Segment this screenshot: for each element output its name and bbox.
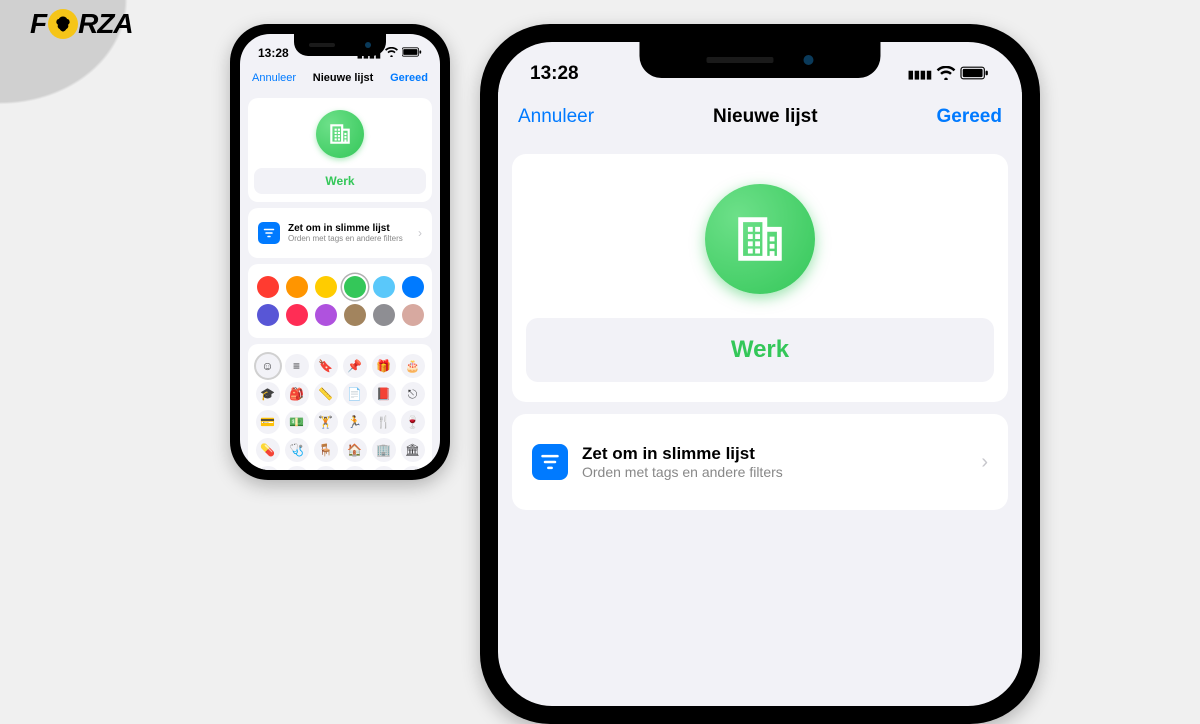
color-swatch-5[interactable] [402, 276, 424, 298]
color-swatch-4[interactable] [373, 276, 395, 298]
smart-list-card[interactable]: Zet om in slimme lijst Orden met tags en… [512, 414, 1008, 510]
phone-large: 13:28 ▮▮▮▮ Annuleer Nieuwe lijst Gereed … [480, 24, 1040, 724]
smart-list-title: Zet om in slimme lijst [582, 444, 967, 464]
cancel-button[interactable]: Annuleer [252, 72, 296, 84]
phone-small: 13:28 ▮▮▮▮ Annuleer Nieuwe lijst Gereed … [230, 24, 450, 480]
done-button[interactable]: Gereed [937, 106, 1002, 128]
list-name-input[interactable]: Werk [254, 168, 426, 194]
icon-option-book[interactable]: 📕 [372, 382, 396, 406]
icon-option-pin[interactable]: 📌 [343, 354, 367, 378]
signal-icon: ▮▮▮▮ [908, 68, 932, 81]
icon-option-headphones[interactable]: 🎧 [401, 466, 425, 470]
battery-icon [402, 47, 422, 60]
icon-option-building[interactable]: 🏢 [372, 438, 396, 462]
icon-option-pills[interactable]: 💊 [256, 438, 280, 462]
icon-option-chair[interactable]: 🪑 [314, 438, 338, 462]
name-card: Werk [512, 154, 1008, 402]
icon-option-ruler[interactable]: 📏 [314, 382, 338, 406]
color-swatch-11[interactable] [402, 304, 424, 326]
list-icon-preview [705, 184, 815, 294]
icon-option-house[interactable]: 🏠 [343, 438, 367, 462]
icon-option-gift[interactable]: 🎁 [372, 354, 396, 378]
icon-option-monitor[interactable]: 🖥 [285, 466, 309, 470]
color-swatch-6[interactable] [257, 304, 279, 326]
camera-icon [804, 55, 814, 65]
icon-option-music[interactable]: 🎵 [343, 466, 367, 470]
color-swatch-3[interactable] [344, 276, 366, 298]
icon-option-document[interactable]: 📄 [343, 382, 367, 406]
chevron-right-icon: › [418, 226, 422, 240]
list-icon-preview [316, 110, 364, 158]
color-picker-card [248, 264, 432, 338]
name-card: Werk [248, 98, 432, 202]
icon-option-fork[interactable]: 🍴 [372, 410, 396, 434]
logo-text-part2: RZA [78, 8, 133, 40]
icon-picker-card: ☺≡🔖📌🎁🎂 🎓🎒📏📄📕⎋ 💳💵🏋🏃🍴🍷 💊🩺🪑🏠🏢🏛 ⛺ 🖥 📺 🎵 🎮 🎧 [248, 344, 432, 470]
list-name-input[interactable]: Werk [526, 318, 994, 382]
speaker-icon [309, 43, 335, 47]
icon-option-bookmark[interactable]: 🔖 [314, 354, 338, 378]
wifi-icon [385, 47, 398, 60]
icon-option-hanger[interactable]: ⎋ [401, 382, 425, 406]
icon-option-money[interactable]: 💵 [285, 410, 309, 434]
nav-bar: Annuleer Nieuwe lijst Gereed [498, 92, 1022, 142]
icon-option-cake[interactable]: 🎂 [401, 354, 425, 378]
chevron-right-icon: › [981, 451, 988, 474]
filter-icon [258, 222, 280, 244]
cancel-button[interactable]: Annuleer [518, 106, 594, 128]
status-time: 13:28 [258, 46, 289, 60]
icon-option-wine[interactable]: 🍷 [401, 410, 425, 434]
color-swatch-7[interactable] [286, 304, 308, 326]
wifi-icon [936, 66, 956, 83]
color-swatch-8[interactable] [315, 304, 337, 326]
logo-text-part1: F [30, 8, 46, 40]
icon-option-graduation[interactable]: 🎓 [256, 382, 280, 406]
battery-icon [960, 66, 990, 83]
icon-option-tv[interactable]: 📺 [314, 466, 338, 470]
done-button[interactable]: Gereed [390, 72, 428, 84]
color-swatch-10[interactable] [373, 304, 395, 326]
filter-icon [532, 444, 568, 480]
forza-logo: F RZA [30, 8, 133, 40]
color-swatch-1[interactable] [286, 276, 308, 298]
icon-option-run[interactable]: 🏃 [343, 410, 367, 434]
icon-option-smiley[interactable]: ☺ [256, 354, 280, 378]
camera-icon [365, 42, 371, 48]
smart-list-subtitle: Orden met tags en andere filters [288, 234, 410, 243]
icon-option-backpack[interactable]: 🎒 [285, 382, 309, 406]
page-title: Nieuwe lijst [713, 106, 818, 128]
icon-option-stethoscope[interactable]: 🩺 [285, 438, 309, 462]
speaker-icon [706, 57, 773, 63]
icon-option-gamepad[interactable]: 🎮 [372, 466, 396, 470]
icon-option-bank[interactable]: 🏛 [401, 438, 425, 462]
logo-lion-icon [48, 9, 78, 39]
status-time: 13:28 [530, 63, 579, 85]
notch [639, 42, 880, 78]
page-title: Nieuwe lijst [313, 72, 374, 84]
notch [294, 34, 386, 56]
icon-option-card[interactable]: 💳 [256, 410, 280, 434]
color-swatch-0[interactable] [257, 276, 279, 298]
smart-list-subtitle: Orden met tags en andere filters [582, 464, 967, 480]
color-swatch-2[interactable] [315, 276, 337, 298]
nav-bar: Annuleer Nieuwe lijst Gereed [240, 64, 440, 92]
icon-option-tent[interactable]: ⛺ [256, 466, 280, 470]
smart-list-card[interactable]: Zet om in slimme lijst Orden met tags en… [248, 208, 432, 258]
color-swatch-9[interactable] [344, 304, 366, 326]
icon-option-list[interactable]: ≡ [285, 354, 309, 378]
icon-option-dumbbell[interactable]: 🏋 [314, 410, 338, 434]
smart-list-title: Zet om in slimme lijst [288, 223, 410, 234]
